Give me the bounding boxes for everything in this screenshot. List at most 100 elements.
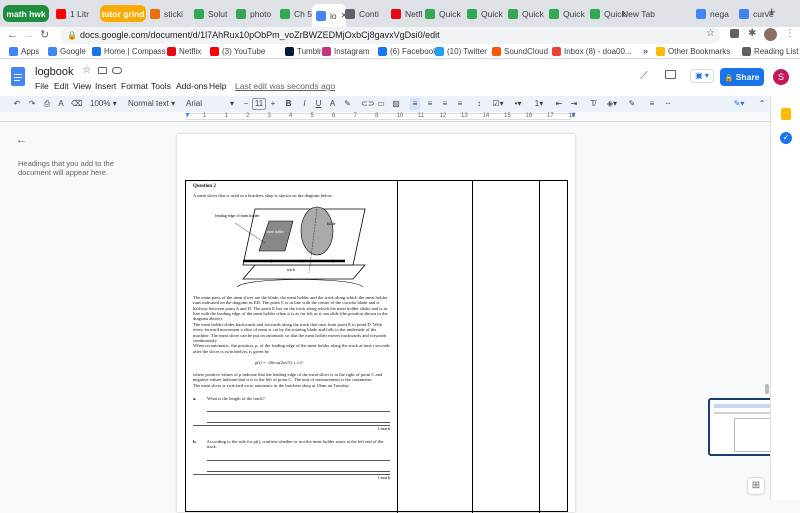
menu-item[interactable]: Edit: [54, 81, 69, 91]
border-dash-icon[interactable]: ┄: [662, 98, 674, 110]
numbered-list-icon[interactable]: 1▾: [533, 98, 545, 110]
extension-icon[interactable]: [730, 29, 739, 38]
bookmarks-overflow-icon[interactable]: »: [643, 46, 648, 56]
menu-item[interactable]: File: [35, 81, 49, 91]
cloud-status-icon[interactable]: [112, 67, 122, 74]
bookmark-item[interactable]: Home | Compass: [92, 47, 166, 56]
menu-item[interactable]: Tools: [151, 81, 171, 91]
menu-item[interactable]: View: [73, 81, 91, 91]
style-select[interactable]: Normal text ▾: [128, 98, 178, 110]
underline-icon[interactable]: U: [314, 98, 323, 110]
browser-tab[interactable]: Quick: [421, 3, 463, 25]
bookmark-item[interactable]: Apps: [9, 47, 39, 56]
redo-icon[interactable]: ↷: [27, 98, 37, 110]
align-center-icon[interactable]: ≡: [425, 98, 435, 110]
image-icon[interactable]: ▨: [391, 98, 401, 110]
extensions-puzzle-icon[interactable]: ✱: [748, 28, 756, 39]
bookmark-item[interactable]: (3) YouTube: [210, 47, 265, 56]
account-avatar[interactable]: S: [773, 69, 789, 85]
align-right-icon[interactable]: ≡: [440, 98, 450, 110]
browser-tab[interactable]: Quick: [504, 3, 546, 25]
outline-back-icon[interactable]: ←: [16, 134, 27, 146]
checklist-icon[interactable]: ☑▾: [492, 98, 504, 110]
increase-indent-icon[interactable]: ⇥: [569, 98, 579, 110]
decrease-size-icon[interactable]: −: [242, 98, 250, 110]
bookmark-item[interactable]: (6) Facebook: [378, 47, 437, 56]
menu-item[interactable]: Insert: [95, 81, 116, 91]
collapse-toolbar-icon[interactable]: ⌃: [757, 98, 767, 110]
document-title[interactable]: logbook: [35, 66, 74, 78]
keep-icon[interactable]: [781, 108, 791, 120]
new-tab-icon[interactable]: +: [768, 4, 776, 19]
spellcheck-icon[interactable]: A: [56, 98, 66, 110]
border-width-icon[interactable]: ≡: [646, 98, 658, 110]
browser-tab[interactable]: Solut: [190, 3, 230, 25]
browser-menu-icon[interactable]: ⋮: [785, 28, 795, 39]
docs-logo-icon[interactable]: [11, 67, 25, 86]
decrease-indent-icon[interactable]: ⇤: [554, 98, 564, 110]
tab-group-label[interactable]: tutor grind: [100, 5, 146, 22]
comments-icon[interactable]: [665, 70, 676, 79]
address-bar[interactable]: 🔒 docs.google.com/document/d/1l7AhRux10p…: [60, 27, 720, 44]
paint-format-icon[interactable]: ⌫: [71, 98, 82, 110]
highlight-icon[interactable]: ✎: [343, 98, 352, 110]
undo-icon[interactable]: ↶: [12, 98, 22, 110]
explore-button[interactable]: ⊞: [748, 478, 764, 494]
clear-format-icon[interactable]: T̸: [588, 98, 598, 110]
star-icon[interactable]: ☆: [706, 28, 715, 39]
bold-icon[interactable]: B: [284, 98, 293, 110]
italic-icon[interactable]: I: [300, 98, 309, 110]
increase-size-icon[interactable]: +: [269, 98, 277, 110]
browser-tab[interactable]: New Tab: [618, 3, 658, 25]
border-color-icon[interactable]: ✎: [626, 98, 638, 110]
tasks-icon[interactable]: ✓: [780, 132, 792, 144]
link-icon[interactable]: ⊂⊃: [361, 98, 374, 110]
reload-icon[interactable]: ↻: [40, 28, 49, 41]
star-doc-icon[interactable]: ☆: [82, 65, 91, 76]
editing-mode-icon[interactable]: ✎▾: [730, 98, 748, 110]
bookmark-item[interactable]: SoundCloud: [492, 47, 548, 56]
browser-tab[interactable]: photo: [232, 3, 272, 25]
back-icon[interactable]: ←: [7, 29, 18, 41]
browser-tab[interactable]: Quick: [545, 3, 587, 25]
bullet-list-icon[interactable]: •▾: [512, 98, 524, 110]
share-button[interactable]: 🔒 Share: [720, 68, 764, 86]
font-size-input[interactable]: 11: [252, 98, 266, 110]
menu-item[interactable]: Format: [121, 81, 148, 91]
bookmark-item[interactable]: Reading List: [742, 47, 798, 56]
indent-marker[interactable]: ▼: [184, 112, 191, 119]
last-edit-link[interactable]: Last edit was seconds ago: [235, 81, 335, 91]
menu-item[interactable]: Help: [209, 81, 226, 91]
zoom-select[interactable]: 100% ▾: [90, 98, 120, 110]
browser-tab[interactable]: Netfl: [387, 3, 425, 25]
print-icon[interactable]: ⎙: [42, 98, 52, 110]
bookmark-item[interactable]: Instagram: [322, 47, 370, 56]
browser-tab[interactable]: nega: [692, 3, 732, 25]
bookmark-item[interactable]: Google: [48, 47, 86, 56]
browser-tab[interactable]: sticki: [146, 3, 184, 25]
tab-group-label[interactable]: math hwk: [3, 5, 49, 22]
align-left-icon[interactable]: ≡: [410, 98, 420, 110]
bookmark-item[interactable]: Other Bookmarks: [656, 47, 730, 56]
fill-color-icon[interactable]: ◈▾: [606, 98, 618, 110]
bookmark-item[interactable]: Inbox (8) - doa00...: [552, 47, 632, 56]
font-dropdown-icon[interactable]: ▾: [228, 98, 236, 110]
comment-icon[interactable]: ▭: [376, 98, 386, 110]
document-page[interactable]: Question 2 A meat slicer that is used in…: [177, 134, 575, 513]
present-button[interactable]: ▣ ▾: [690, 69, 714, 83]
profile-avatar[interactable]: [764, 28, 777, 41]
browser-tab[interactable]: 1 Litr: [52, 3, 92, 25]
text-color-icon[interactable]: A: [328, 98, 337, 110]
scrollbar-thumb[interactable]: [765, 384, 769, 394]
menu-item[interactable]: Add-ons: [176, 81, 208, 91]
bookmark-item[interactable]: (10) Twitter: [435, 47, 487, 56]
move-folder-icon[interactable]: [98, 67, 107, 74]
bookmark-item[interactable]: Netflix: [167, 47, 201, 56]
activity-trend-icon[interactable]: ⟋: [640, 70, 648, 83]
justify-icon[interactable]: ≡: [455, 98, 465, 110]
line-spacing-icon[interactable]: ↕: [474, 98, 484, 110]
font-select[interactable]: Arial: [186, 98, 234, 110]
browser-tab[interactable]: Conti: [341, 3, 381, 25]
browser-tab[interactable]: Quick: [463, 3, 505, 25]
forward-icon[interactable]: →: [23, 29, 34, 41]
